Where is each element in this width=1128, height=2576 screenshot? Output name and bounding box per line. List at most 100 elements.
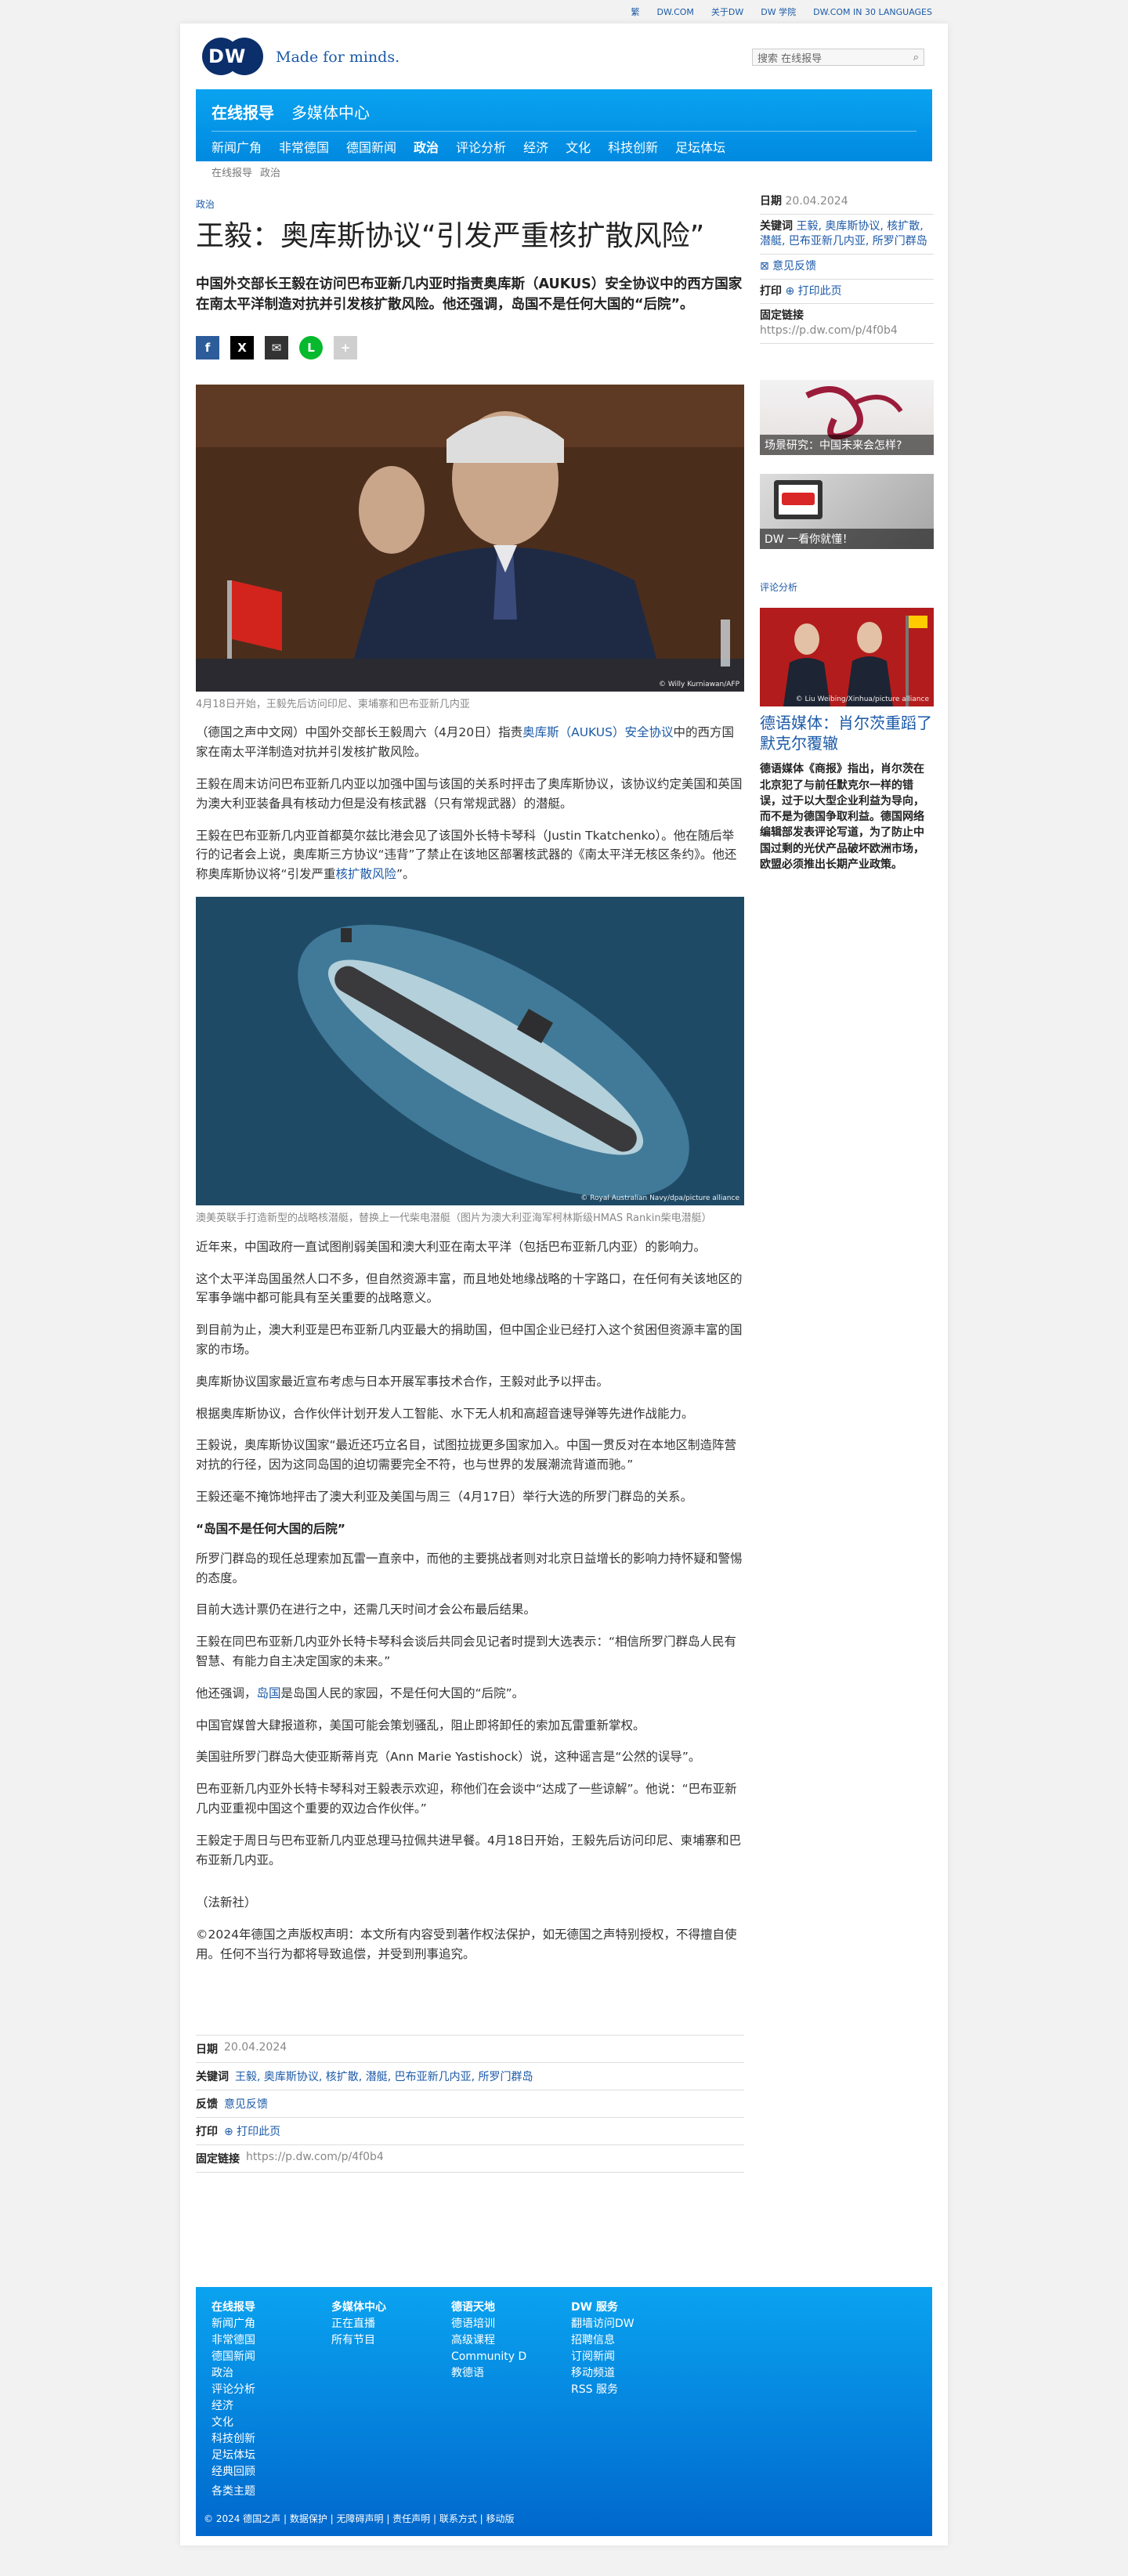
nav-politics[interactable]: 政治	[414, 137, 439, 156]
nav-online-reports[interactable]: 在线报导	[212, 100, 274, 123]
article-category[interactable]: 政治	[196, 197, 744, 211]
footer-multimedia-head[interactable]: 多媒体中心	[331, 2300, 451, 2316]
paragraph-15: 中国官媒曾大肆报道称，美国可能会策划骚乱，阻止即将卸任的索加瓦雷重新掌权。	[196, 1718, 645, 1732]
nav-germany-news[interactable]: 德国新闻	[346, 137, 396, 156]
footer-services-head[interactable]: DW 服务	[571, 2300, 691, 2316]
article-lede: 中国外交部长王毅在访问巴布亚新几内亚时指责奥库斯（AUKUS）安全协议中的西方国…	[196, 276, 743, 313]
image2-credit: © Royal Australian Navy/dpa/picture alli…	[580, 1194, 739, 1202]
commentary-image-credit: © Liu Weibing/Xinhua/picture alliance	[795, 695, 929, 704]
footer-link[interactable]: 移动频道	[571, 2365, 691, 2382]
side-permalink-label: 固定链接	[760, 309, 804, 323]
footer-link[interactable]: 经典回顾	[212, 2464, 331, 2480]
island-nations-link[interactable]: 岛国	[257, 1686, 281, 1700]
search-input[interactable]: 搜索 在线报导 ⌕	[752, 49, 924, 66]
footer-link[interactable]: 德国新闻	[212, 2349, 331, 2365]
side-keywords-label: 关键词	[760, 219, 793, 233]
footer-link[interactable]: 正在直播	[331, 2316, 451, 2332]
top-utility-bar: 繁 DW.COM 关于DW DW 学院 DW.COM IN 30 LANGUAG…	[0, 0, 1128, 23]
meta-feedback-link[interactable]: 意见反馈	[224, 2096, 268, 2112]
nav-multimedia[interactable]: 多媒体中心	[291, 100, 370, 123]
breadcrumb-online[interactable]: 在线报导	[212, 164, 252, 179]
footer-link[interactable]: 非常德国	[212, 2332, 331, 2349]
breadcrumb-politics[interactable]: 政治	[260, 164, 280, 179]
meta-feedback-label: 反馈	[196, 2097, 218, 2111]
facebook-share-button[interactable]: f	[196, 335, 219, 359]
commentary-image[interactable]: © Liu Weibing/Xinhua/picture alliance	[760, 608, 934, 707]
footer-online-head[interactable]: 在线报导	[212, 2300, 331, 2316]
sidebar: 日期 20.04.2024 关键词 王毅, 奥库斯协议, 核扩散, 潜艇, 巴布…	[760, 190, 934, 873]
teaser2-caption: DW 一看你就懂！	[760, 529, 934, 550]
sidebar-meta: 日期 20.04.2024 关键词 王毅, 奥库斯协议, 核扩散, 潜艇, 巴布…	[760, 190, 934, 345]
paragraph-2: 王毅在周末访问巴布亚新几内亚以加强中国与该国的关系时抨击了奥库斯协议，该协议约定…	[196, 776, 743, 811]
sidebar-section-commentary[interactable]: 评论分析	[760, 580, 934, 594]
footer-link[interactable]: 教德语	[451, 2365, 571, 2382]
article: 政治 王毅：奥库斯协议“引发严重核扩散风险” 中国外交部长王毅在访问巴布亚新几内…	[196, 197, 744, 2173]
copyright-notice: ©2024年德国之声版权声明：本文所有内容受到著作权法保护，如无德国之声特别授权…	[196, 1927, 737, 1961]
nuclear-proliferation-link[interactable]: 核扩散风险	[336, 867, 397, 881]
footer-link[interactable]: 新闻广角	[212, 2316, 331, 2332]
side-date-label: 日期	[760, 195, 782, 208]
footer-link[interactable]: 招聘信息	[571, 2332, 691, 2349]
footer-link[interactable]: 文化	[212, 2415, 331, 2431]
footer-link[interactable]: 政治	[212, 2365, 331, 2382]
aukus-link[interactable]: 奥库斯（AUKUS）安全协议	[522, 725, 673, 739]
share-buttons: f X ✉ L +	[196, 335, 744, 359]
nav-very-germany[interactable]: 非常德国	[279, 137, 329, 156]
meta-keywords[interactable]: 王毅, 奥库斯协议, 核扩散, 潜艇, 巴布亚新几内亚, 所罗门群岛	[235, 2068, 533, 2084]
paragraph-12: 目前大选计票仍在进行之中，还需几天时间才会公布最后结果。	[196, 1602, 537, 1617]
nav-commentary[interactable]: 评论分析	[456, 137, 506, 156]
nav-economy[interactable]: 经济	[523, 137, 548, 156]
article-subheading: “岛国不是任何大国的后院”	[196, 1521, 345, 1536]
main-navigation: 在线报导 多媒体中心 新闻广角 非常德国 德国新闻 政治 评论分析 经济 文化 …	[196, 89, 932, 161]
footer-link[interactable]: 经济	[212, 2398, 331, 2415]
search-icon[interactable]: ⌕	[913, 52, 919, 63]
footer-link[interactable]: 科技创新	[212, 2431, 331, 2448]
footer-link[interactable]: Community D	[451, 2349, 571, 2365]
dw-com-link[interactable]: DW.COM	[657, 7, 694, 17]
paragraph-18: 王毅定于周日与巴布亚新几内亚总理马拉佩共进早餐。4月18日开始，王毅先后访问印尼…	[196, 1833, 742, 1867]
paragraph-11: 所罗门群岛的现任总理索加瓦雷一直亲中，而他的主要挑战者则对北京日益增长的影响力持…	[196, 1551, 743, 1585]
dw-languages-link[interactable]: DW.COM IN 30 LANGUAGES	[813, 7, 932, 17]
site-header: DW Made for minds. 搜索 在线报导 ⌕	[180, 23, 948, 89]
image2-caption: 澳美英联手打造新型的战略核潜艇，替换上一代柴电潜艇（图片为澳大利亚海军柯林斯级H…	[196, 1212, 712, 1224]
footer-german-head[interactable]: 德语天地	[451, 2300, 571, 2316]
p14-text-b: 是岛国人民的家园，不是任何大国的“后院”。	[280, 1685, 525, 1700]
side-print-link[interactable]: ⊕ 打印此页	[785, 285, 841, 298]
footer-topics-link[interactable]: 各类主题	[212, 2483, 255, 2498]
line-share-button[interactable]: L	[299, 335, 323, 359]
paragraph-17: 巴布亚新几内亚外长特卡琴科对王毅表示欢迎，称他们在会谈中“达成了一些谅解”。他说…	[196, 1782, 737, 1815]
more-share-button[interactable]: +	[334, 335, 357, 359]
p3-text-b: ”。	[396, 867, 415, 882]
paragraph-6: 到目前为止，澳大利亚是巴布亚新几内亚最大的捐助国，但中国企业已经打入这个贫困但资…	[196, 1323, 743, 1357]
nav-news-wide[interactable]: 新闻广角	[212, 137, 262, 156]
meta-permalink[interactable]: https://p.dw.com/p/4f0b4	[246, 2151, 384, 2166]
traditional-chinese-link[interactable]: 繁	[631, 5, 640, 18]
commentary-title[interactable]: 德语媒体：肖尔茨重蹈了默克尔覆辙	[760, 713, 934, 753]
footer-link[interactable]: RSS 服务	[571, 2382, 691, 2398]
teaser-dw-explained[interactable]: DW 一看你就懂！	[760, 474, 934, 550]
footer-link[interactable]: 高级课程	[451, 2332, 571, 2349]
nav-sports[interactable]: 足坛体坛	[675, 137, 725, 156]
teaser-future-china[interactable]: 场景研究：中国未来会怎样?	[760, 380, 934, 456]
email-share-button[interactable]: ✉	[265, 335, 288, 359]
paragraph-4: 近年来，中国政府一直试图削弱美国和澳大利亚在南太平洋（包括巴布亚新几内亚）的影响…	[196, 1239, 707, 1254]
about-dw-link[interactable]: 关于DW	[711, 5, 743, 18]
scholz-xi-photo	[760, 608, 934, 707]
footer-link[interactable]: 所有节目	[331, 2332, 451, 2349]
footer-link[interactable]: 德语培训	[451, 2316, 571, 2332]
meta-print-link[interactable]: ⊕ 打印此页	[224, 2123, 280, 2139]
x-share-button[interactable]: X	[230, 335, 254, 359]
side-permalink[interactable]: https://p.dw.com/p/4f0b4	[760, 323, 934, 338]
dw-logo[interactable]: DW	[202, 38, 263, 75]
paragraph-8: 根据奥库斯协议，合作伙伴计划开发人工智能、水下无人机和高超音速导弹等先进作战能力…	[196, 1406, 694, 1421]
side-feedback-link[interactable]: ⊠ 意见反馈	[760, 260, 816, 273]
footer-link[interactable]: 足坛体坛	[212, 2448, 331, 2464]
nav-tech[interactable]: 科技创新	[608, 137, 658, 156]
meta-date: 20.04.2024	[224, 2040, 287, 2054]
footer-col-services: DW 服务 翻墙访问DW 招聘信息 订阅新闻 移动频道 RSS 服务	[571, 2300, 691, 2480]
footer-link[interactable]: 翻墙访问DW	[571, 2316, 691, 2332]
footer-link[interactable]: 订阅新闻	[571, 2349, 691, 2365]
dw-academy-link[interactable]: DW 学院	[761, 5, 796, 18]
footer-link[interactable]: 评论分析	[212, 2382, 331, 2398]
nav-culture[interactable]: 文化	[566, 137, 591, 156]
